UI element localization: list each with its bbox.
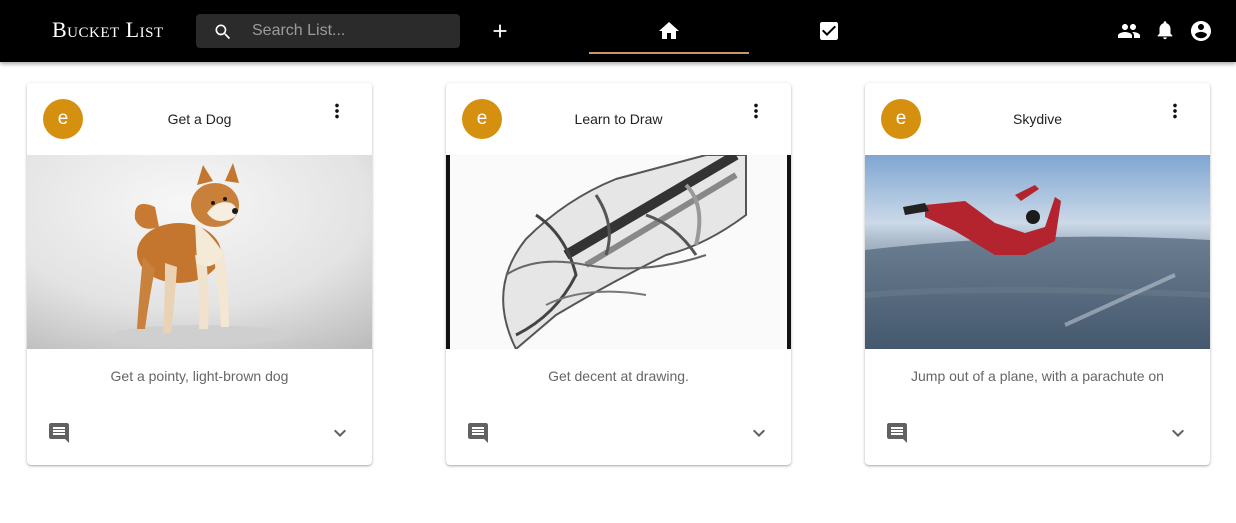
- card-description: Get decent at drawing.: [548, 368, 689, 384]
- bell-icon: [1157, 21, 1173, 40]
- avatar[interactable]: e: [881, 99, 921, 139]
- notifications-button[interactable]: [1145, 10, 1185, 50]
- card-title: Learn to Draw: [574, 111, 663, 127]
- people-icon: [1118, 24, 1140, 38]
- more-vert-icon: [754, 103, 758, 119]
- card-title: Skydive: [1012, 111, 1063, 127]
- plus-icon: [493, 24, 507, 38]
- expand-button[interactable]: [326, 419, 354, 447]
- card-title: Get a Dog: [167, 111, 232, 127]
- chevron-down-icon: [753, 429, 765, 437]
- chevron-down-icon: [334, 429, 346, 437]
- home-icon: [659, 22, 679, 39]
- friends-button[interactable]: [1109, 11, 1149, 51]
- card-description: Jump out of a plane, with a parachute on: [911, 368, 1164, 384]
- comment-icon: [49, 423, 69, 443]
- account-button[interactable]: [1181, 11, 1221, 51]
- card-image-dog: [27, 155, 372, 349]
- add-item-button[interactable]: [480, 11, 520, 51]
- bucket-card: e Learn to Draw Get decent at drawing.: [446, 83, 791, 465]
- card-menu-button[interactable]: [1160, 96, 1190, 126]
- comment-icon: [887, 423, 907, 443]
- app-bar: Bucket List: [0, 0, 1236, 62]
- account-circle-icon: [1191, 21, 1211, 41]
- search-icon: [215, 24, 231, 40]
- search-box[interactable]: [196, 14, 460, 48]
- comments-button[interactable]: [464, 419, 492, 447]
- avatar[interactable]: e: [43, 99, 83, 139]
- more-vert-icon: [1173, 103, 1177, 119]
- card-description: Get a pointy, light-brown dog: [110, 368, 289, 384]
- tab-home[interactable]: [589, 0, 749, 62]
- bucket-card: e Skydive Jump out of a plane, with a pa…: [865, 83, 1210, 465]
- comments-button[interactable]: [883, 419, 911, 447]
- card-image-drawing: [446, 155, 791, 349]
- avatar[interactable]: e: [462, 99, 502, 139]
- expand-button[interactable]: [1164, 419, 1192, 447]
- comments-button[interactable]: [45, 419, 73, 447]
- expand-button[interactable]: [745, 419, 773, 447]
- bucket-card: e Get a Dog Get a pointy, light-brown do…: [27, 83, 372, 465]
- checkbox-checked-icon: [820, 22, 838, 40]
- more-vert-icon: [335, 103, 339, 119]
- app-brand[interactable]: Bucket List: [52, 17, 164, 43]
- chevron-down-icon: [1172, 429, 1184, 437]
- card-menu-button[interactable]: [741, 96, 771, 126]
- card-image-skydive: [865, 155, 1210, 349]
- search-input[interactable]: [252, 14, 452, 48]
- tab-completed[interactable]: [749, 0, 909, 62]
- comment-icon: [468, 423, 488, 443]
- card-menu-button[interactable]: [322, 96, 352, 126]
